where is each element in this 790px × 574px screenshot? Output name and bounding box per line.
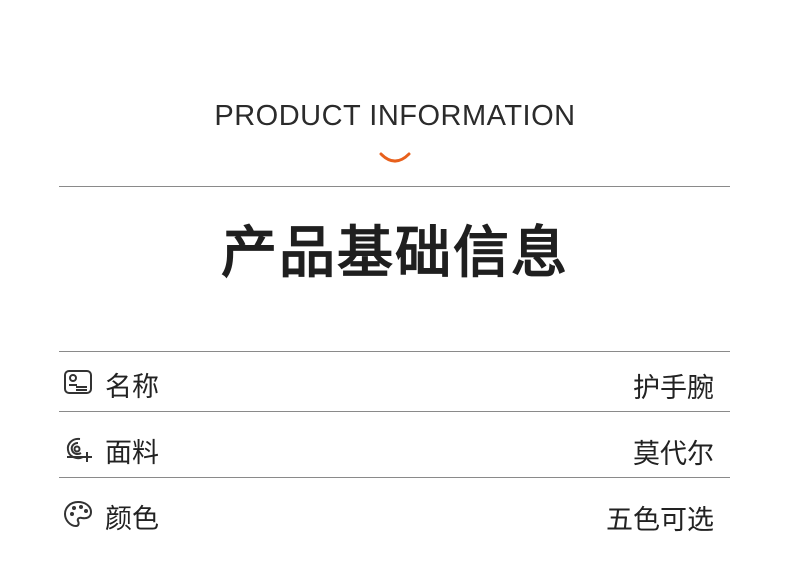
row-value: 五色可选 <box>606 505 714 536</box>
row-label: 面料 <box>105 438 159 469</box>
row-value: 莫代尔 <box>633 439 714 470</box>
fabric-roll-icon <box>66 437 92 462</box>
info-row-name: 名称 护手腕 <box>59 352 730 412</box>
row-label: 颜色 <box>105 504 159 535</box>
row-label: 名称 <box>105 372 159 403</box>
row-value: 护手腕 <box>633 373 714 404</box>
divider <box>59 411 730 412</box>
palette-icon <box>63 500 93 528</box>
page-title: 产品基础信息 <box>221 221 569 286</box>
info-row-color: 颜色 五色可选 <box>59 484 730 544</box>
smile-accent-icon <box>379 152 411 163</box>
divider <box>59 186 730 187</box>
divider <box>59 477 730 478</box>
id-card-icon <box>64 370 92 394</box>
section-subtitle: PRODUCT INFORMATION <box>214 100 576 132</box>
info-row-fabric: 面料 莫代尔 <box>59 418 730 478</box>
